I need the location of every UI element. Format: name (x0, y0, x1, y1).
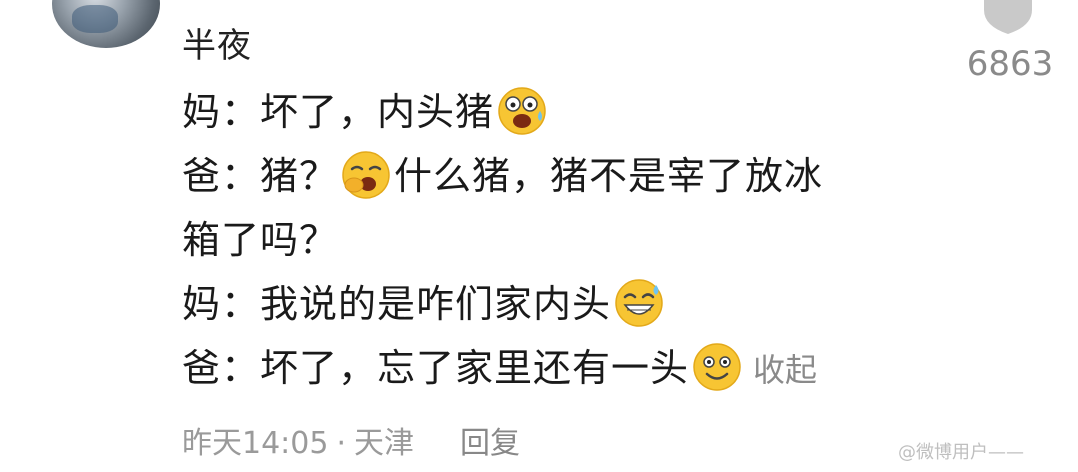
comment-line: 爸：坏了，忘了家里还有一头 收起 (182, 336, 942, 402)
comment-text: 爸：猪？ (182, 154, 339, 198)
grinning-sweat-face-icon (615, 279, 663, 327)
like-count: 6863 (966, 44, 1054, 84)
sleepy-yawn-face-icon (342, 151, 390, 199)
comment-text: 什么猪，猪不是宰了放冰 (394, 154, 824, 198)
username[interactable]: 半夜 (182, 18, 252, 67)
smiling-face-icon (693, 343, 741, 391)
comment-body: 妈：坏了，内头猪 爸：猪？ 什么猪，猪不是宰了放冰 箱了吗？ 妈：我说的是咋们家… (182, 80, 942, 402)
collapse-link[interactable]: 收起 (753, 351, 817, 389)
comment-text: 妈：坏了，内头猪 (182, 90, 495, 134)
comment-text: 爸：坏了，忘了家里还有一头 (182, 346, 690, 390)
reply-button[interactable]: 回复 (460, 426, 520, 461)
comment-text: 妈：我说的是咋们家内头 (182, 282, 612, 326)
comment-text: 箱了吗？ (182, 218, 339, 262)
location: 天津 (354, 426, 415, 461)
comment-line: 箱了吗？ (182, 208, 942, 272)
meta-separator: · (336, 426, 347, 461)
comment-meta: 昨天14:05 · 天津 回复 (182, 418, 520, 462)
avatar[interactable] (52, 0, 160, 48)
like-icon[interactable] (978, 0, 1038, 36)
comment-line: 爸：猪？ 什么猪，猪不是宰了放冰 (182, 144, 942, 208)
comment-line: 妈：我说的是咋们家内头 (182, 272, 942, 336)
shocked-sweat-face-icon (498, 87, 546, 135)
timestamp: 昨天14:05 (182, 426, 329, 461)
comment-line: 妈：坏了，内头猪 (182, 80, 942, 144)
watermark: @微博用户—— (898, 442, 1024, 463)
